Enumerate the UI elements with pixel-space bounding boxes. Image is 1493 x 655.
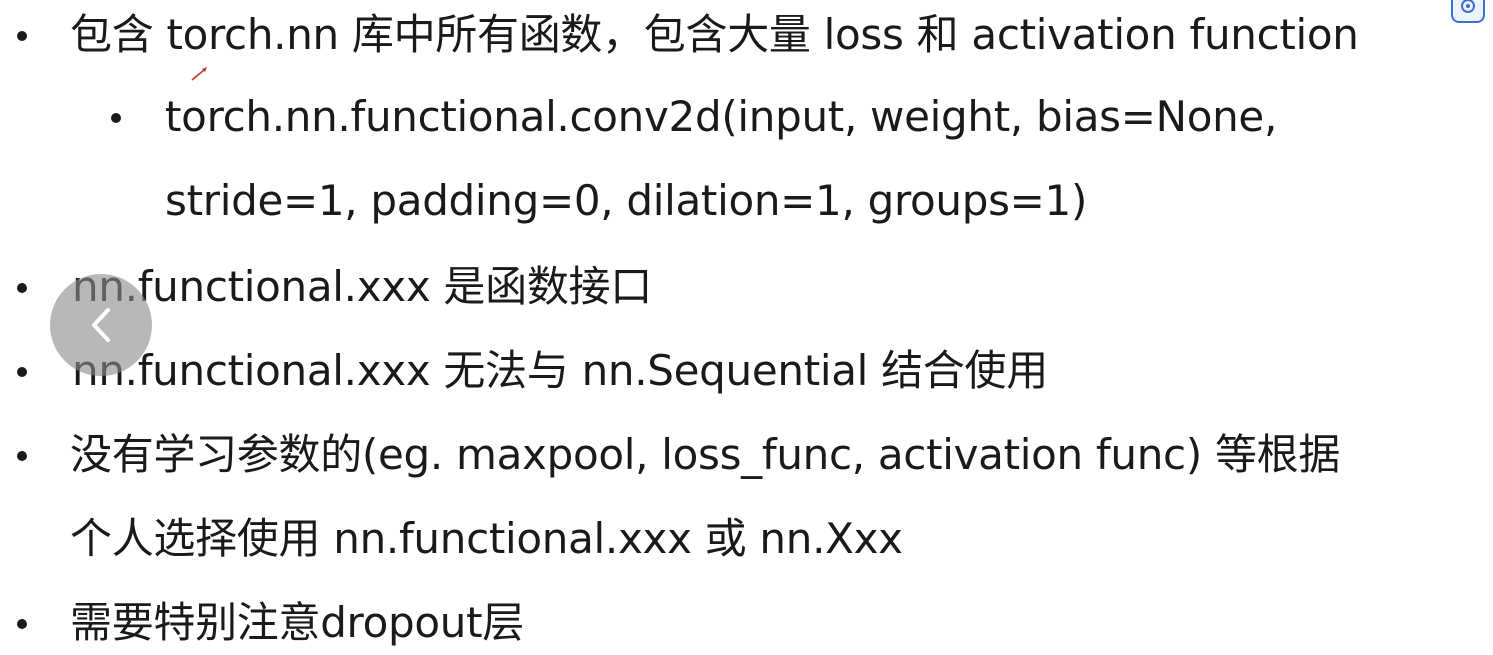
- bullet-text-continued: 个人选择使用 nn.functional.xxx 或 nn.Xxx: [70, 514, 903, 563]
- sub-bullet-dot: [111, 113, 121, 123]
- slide-content: 包含 torch.nn 库中所有函数，包含大量 loss 和 activatio…: [0, 0, 1493, 655]
- bullet-text: 没有学习参数的(eg. maxpool, loss_func, activati…: [70, 430, 1341, 479]
- sub-bullet-text: torch.nn.functional.conv2d(input, weight…: [165, 92, 1278, 141]
- bullet-text: 需要特别注意dropout层: [70, 598, 524, 647]
- pen-icon: [191, 67, 207, 81]
- bullet-text: 包含 torch.nn 库中所有函数，包含大量 loss 和 activatio…: [70, 10, 1359, 59]
- bullet-text: nn.functional.xxx 是函数接口: [72, 262, 652, 311]
- bullet-dot: [17, 31, 27, 41]
- chevron-left-icon: [92, 308, 110, 342]
- bullet-dot: [17, 283, 27, 293]
- bullet-dot: [17, 619, 27, 629]
- bullet-dot: [17, 451, 27, 461]
- back-button[interactable]: [50, 274, 152, 376]
- settings-icon[interactable]: [1448, 0, 1488, 28]
- bullet-dot: [17, 367, 27, 377]
- sub-bullet-text-continued: stride=1, padding=0, dilation=1, groups=…: [165, 176, 1088, 225]
- bullet-text: nn.functional.xxx 无法与 nn.Sequential 结合使用: [72, 346, 1048, 395]
